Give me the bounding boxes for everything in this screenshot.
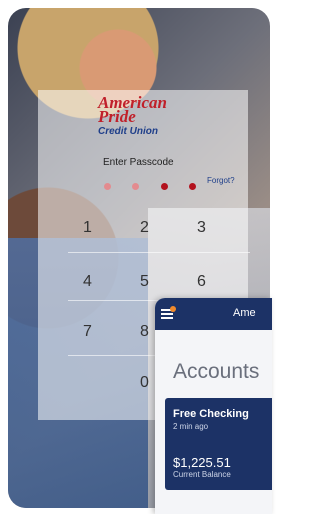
key-1[interactable]: 1 [60, 208, 115, 248]
notification-dot-icon [170, 306, 176, 312]
key-4[interactable]: 4 [60, 262, 115, 302]
page-title: Accounts [173, 360, 260, 383]
account-name: Free Checking [173, 408, 249, 420]
key-5[interactable]: 5 [117, 262, 172, 302]
key-7[interactable]: 7 [60, 312, 115, 352]
key-2[interactable]: 2 [117, 208, 172, 248]
credit-union-logo: American Pride Credit Union [98, 94, 198, 148]
keypad-divider [68, 252, 250, 253]
balance-label: Current Balance [173, 470, 231, 479]
account-updated: 2 min ago [173, 422, 209, 431]
forgot-link[interactable]: Forgot? [207, 176, 235, 185]
account-balance: $1,225.51 [173, 455, 231, 470]
header-brand: Ame [233, 307, 256, 319]
key-3[interactable]: 3 [174, 208, 229, 248]
passcode-dots [104, 177, 213, 190]
enter-passcode-label: Enter Passcode [103, 157, 174, 168]
account-card[interactable]: Free Checking 2 min ago $1,225.51 Curren… [165, 398, 272, 490]
passcode-dot [104, 183, 111, 190]
key-6[interactable]: 6 [174, 262, 229, 302]
accounts-screen: Ame Accounts Free Checking 2 min ago $1,… [155, 298, 272, 514]
passcode-dot [160, 183, 168, 190]
app-header: Ame [155, 298, 272, 330]
logo-line-credit-union: Credit Union [98, 126, 158, 137]
logo-line-pride: Pride [98, 107, 136, 126]
